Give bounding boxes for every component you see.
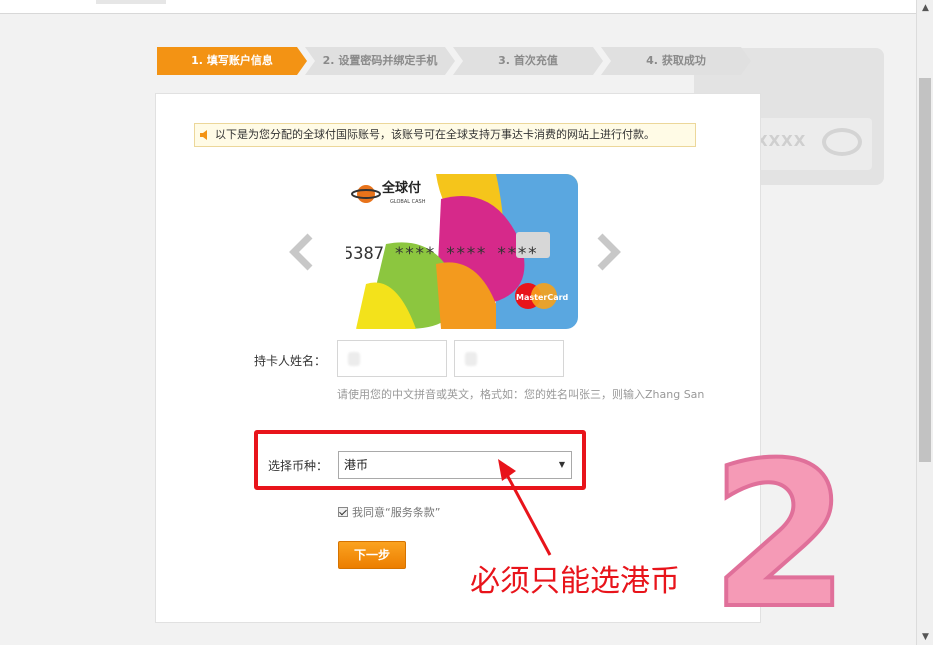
next-step-button[interactable]: 下一步 [338,541,406,569]
last-name-input[interactable] [454,340,564,377]
step-fill-info: 1. 填写账户信息 [157,47,307,75]
ghost-card-text: XXXX [756,132,807,150]
first-name-input[interactable] [337,340,447,377]
card-brand-sub-text: GLOBAL CASH [390,199,426,205]
cardholder-name-label: 持卡人姓名： [253,354,326,368]
scroll-up-icon[interactable]: ▲ [917,0,933,16]
currency-label: 选择币种： [267,459,328,473]
step-number-graphic: 2 [708,430,851,630]
notice-bar: 以下是为您分配的全球付国际账号，该账号可在全球支持万事达卡消费的网站上进行付款。 [194,123,696,147]
step-first-recharge: 3. 首次充值 [453,47,603,75]
terms-agreement[interactable]: 我同意“服务条款” [338,504,440,520]
scrollbar-thumb[interactable] [919,78,931,462]
card-brand-text: 全球付 [381,180,421,196]
chevron-left-icon[interactable] [286,232,316,272]
step-set-password: 2. 设置密码并绑定手机 [305,47,455,75]
scroll-down-icon[interactable]: ▼ [917,629,933,645]
speaker-icon [200,130,207,140]
step-number: 2 [710,430,849,630]
notice-text: 以下是为您分配的全球付国际账号，该账号可在全球支持万事达卡消费的网站上进行付款。 [215,128,655,141]
terms-checkbox[interactable] [338,507,348,517]
top-bar [0,0,916,14]
globe-icon [822,128,862,156]
progress-steps: 1. 填写账户信息 2. 设置密码并绑定手机 3. 首次充值 4. 获取成功 [157,47,757,75]
annotation-text: 必须只能选港币 [470,564,680,599]
bank-card-image: 全球付 GLOBAL CASH 5387 **** **** **** Mast… [346,174,578,329]
currency-value: 港币 [344,458,369,472]
terms-text: 我同意“服务条款” [352,506,441,519]
account-form-panel: 以下是为您分配的全球付国际账号，该账号可在全球支持万事达卡消费的网站上进行付款。… [155,93,761,623]
annotation-arrow-icon [498,459,552,556]
name-format-hint: 请使用您的中文拼音或英文，格式如：您的姓名叫张三，则输入Zhang San [337,388,705,401]
card-number-text: 5387 **** **** **** [346,244,537,264]
step-success: 4. 获取成功 [601,47,751,75]
page-scrollbar[interactable]: ▲ ▼ [916,0,933,645]
chevron-right-icon[interactable] [594,232,624,272]
mastercard-text: MasterCard [516,293,569,302]
site-logo [96,0,166,4]
